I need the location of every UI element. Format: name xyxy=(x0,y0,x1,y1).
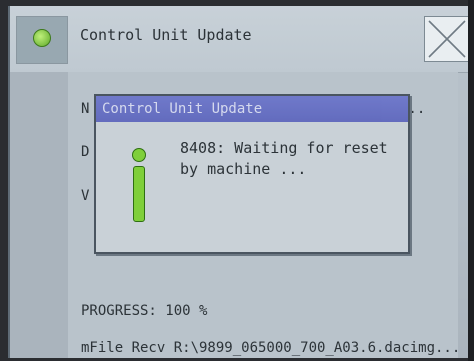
info-icon-dot xyxy=(132,148,146,162)
app-icon-box xyxy=(16,16,68,64)
device-bezel xyxy=(468,0,474,361)
device-screen: Control Unit Update N ... D V PROGRESS: … xyxy=(8,6,474,358)
close-x-icon xyxy=(428,20,466,58)
field-d-label: D xyxy=(81,144,90,160)
field-v-label: V xyxy=(81,188,90,204)
dialog-title: Control Unit Update xyxy=(96,96,408,122)
window-title: Control Unit Update xyxy=(80,26,252,44)
green-status-icon xyxy=(33,29,51,47)
info-icon xyxy=(132,148,146,222)
dialog-message: 8408: Waiting for reset by machine ... xyxy=(180,139,388,178)
update-dialog: Control Unit Update 8408: Waiting for re… xyxy=(94,94,410,254)
status-text: mFile Recv R:\9899_065000_700_A03.6.daci… xyxy=(81,340,461,356)
window-title-bar: Control Unit Update xyxy=(10,6,472,73)
info-icon-bar xyxy=(133,166,145,222)
field-n-label: N xyxy=(81,101,90,117)
progress-text: PROGRESS: 100 % xyxy=(81,303,208,319)
close-button[interactable] xyxy=(424,16,470,62)
left-strip xyxy=(10,72,68,358)
